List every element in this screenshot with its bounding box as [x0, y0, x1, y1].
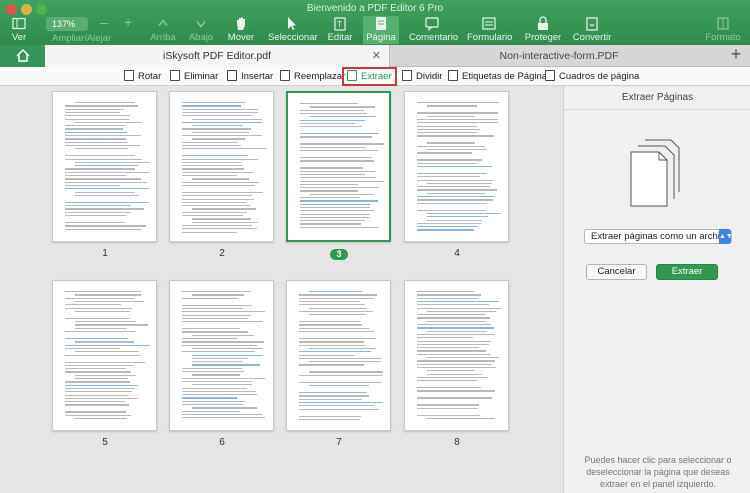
- new-tab-icon[interactable]: +: [726, 45, 746, 65]
- zoom-select[interactable]: 137%: [46, 17, 88, 31]
- page-thumbnail[interactable]: [52, 91, 157, 242]
- tab-iskysoft-pdf-editor[interactable]: iSkysoft PDF Editor.pdf ✕: [45, 45, 390, 67]
- insert-page-icon: [227, 70, 237, 81]
- rotar-button[interactable]: Rotar: [124, 69, 161, 84]
- format-icon: [717, 17, 729, 30]
- extract-panel: Extraer Páginas Extraer páginas como un …: [563, 86, 750, 493]
- page-thumbnails: 1 2 3 4 5 6 7 8: [0, 86, 563, 493]
- view-icon: [12, 17, 26, 30]
- main-toolbar: Bienvenido a PDF Editor 6 Pro Ver 137% –…: [0, 0, 750, 45]
- comment-icon: [425, 17, 439, 31]
- home-icon: [16, 49, 29, 62]
- extract-page-icon: [347, 70, 357, 81]
- formulario-button[interactable]: Formulario: [467, 16, 512, 44]
- close-tab-icon[interactable]: ✕: [372, 45, 381, 67]
- editar-button[interactable]: T Editar: [325, 16, 355, 44]
- page-toolbar: Rotar Eliminar Insertar Reemplazar Extra…: [0, 67, 750, 86]
- tab-non-interactive-form[interactable]: Non-interactive-form.PDF: [391, 45, 727, 67]
- tab-label: Non-interactive-form.PDF: [499, 50, 619, 62]
- page-number-label: 7: [336, 437, 342, 448]
- document-tabs: iSkysoft PDF Editor.pdf ✕ Non-interactiv…: [0, 45, 750, 67]
- arrow-down-icon: [196, 21, 206, 28]
- panel-hint: Puedes hacer clic para seleccionar o des…: [584, 455, 732, 489]
- cancel-button[interactable]: Cancelar: [586, 264, 647, 280]
- zoom-out-icon[interactable]: –: [100, 14, 108, 30]
- cuadros-button[interactable]: Cuadros de página: [545, 69, 639, 84]
- form-icon: [482, 17, 496, 30]
- tab-label: iSkysoft PDF Editor.pdf: [163, 50, 271, 62]
- select-value: Extraer páginas como un archivo: [591, 231, 730, 242]
- arrow-up-icon: [158, 19, 168, 26]
- lock-icon: [538, 16, 548, 30]
- ver-button[interactable]: Ver: [6, 16, 32, 44]
- chevron-updown-icon: ▲▼: [719, 229, 733, 244]
- comentario-button[interactable]: Comentario: [409, 16, 458, 44]
- formato-button[interactable]: Formato: [704, 16, 742, 44]
- page-number-label: 3: [330, 249, 348, 260]
- page-number-label: 5: [102, 437, 108, 448]
- split-page-icon: [402, 70, 412, 81]
- zoom-in-icon[interactable]: +: [124, 14, 132, 30]
- window-title: Bienvenido a PDF Editor 6 Pro: [306, 3, 444, 14]
- panel-title: Extraer Páginas: [564, 86, 750, 110]
- svg-text:T: T: [337, 20, 342, 29]
- pagina-button[interactable]: Página: [363, 16, 399, 44]
- page-label-icon: [448, 70, 458, 81]
- page-thumbnail[interactable]: [286, 280, 391, 431]
- delete-page-icon: [170, 70, 180, 81]
- extract-button[interactable]: Extraer: [656, 264, 718, 280]
- page-number-label: 6: [219, 437, 225, 448]
- page-number-label: 8: [454, 437, 460, 448]
- proteger-button[interactable]: Proteger: [523, 16, 563, 44]
- eliminar-button[interactable]: Eliminar: [170, 69, 218, 84]
- home-button[interactable]: [0, 45, 45, 67]
- dividir-button[interactable]: Dividir: [402, 69, 442, 84]
- edit-icon: T: [334, 17, 346, 31]
- page-thumbnail[interactable]: [52, 280, 157, 431]
- pages-stack-icon: [630, 139, 680, 207]
- rotate-icon: [124, 70, 134, 81]
- page-thumbnail[interactable]: [404, 280, 509, 431]
- page-thumbnail[interactable]: [169, 91, 274, 242]
- page-thumbnail[interactable]: [169, 280, 274, 431]
- page-icon: [376, 17, 386, 30]
- ampliar-button[interactable]: Ampliar/Alejar: [52, 33, 111, 45]
- extraer-button[interactable]: Extraer: [342, 67, 397, 86]
- etiquetas-button[interactable]: Etiquetas de Página: [448, 69, 547, 84]
- reemplazar-button[interactable]: Reemplazar: [280, 69, 345, 84]
- convertir-button[interactable]: Convertir: [572, 16, 612, 44]
- cursor-icon: [288, 17, 296, 30]
- hand-icon: [237, 17, 245, 30]
- extract-mode-select[interactable]: Extraer páginas como un archivo ▲▼: [584, 229, 733, 244]
- page-number-label: 2: [219, 248, 225, 259]
- page-box-icon: [545, 70, 555, 81]
- convert-icon: [586, 17, 598, 31]
- insertar-button[interactable]: Insertar: [227, 69, 273, 84]
- mover-button[interactable]: Mover: [224, 16, 258, 44]
- abajo-button[interactable]: Abajo: [186, 16, 216, 44]
- replace-page-icon: [280, 70, 290, 81]
- page-number-label: 4: [454, 248, 460, 259]
- page-thumbnail[interactable]: [404, 91, 509, 242]
- page-number-label: 1: [102, 248, 108, 259]
- seleccionar-button[interactable]: Seleccionar: [268, 16, 318, 44]
- page-thumbnail[interactable]: [286, 91, 391, 242]
- arriba-button[interactable]: Arriba: [146, 16, 180, 44]
